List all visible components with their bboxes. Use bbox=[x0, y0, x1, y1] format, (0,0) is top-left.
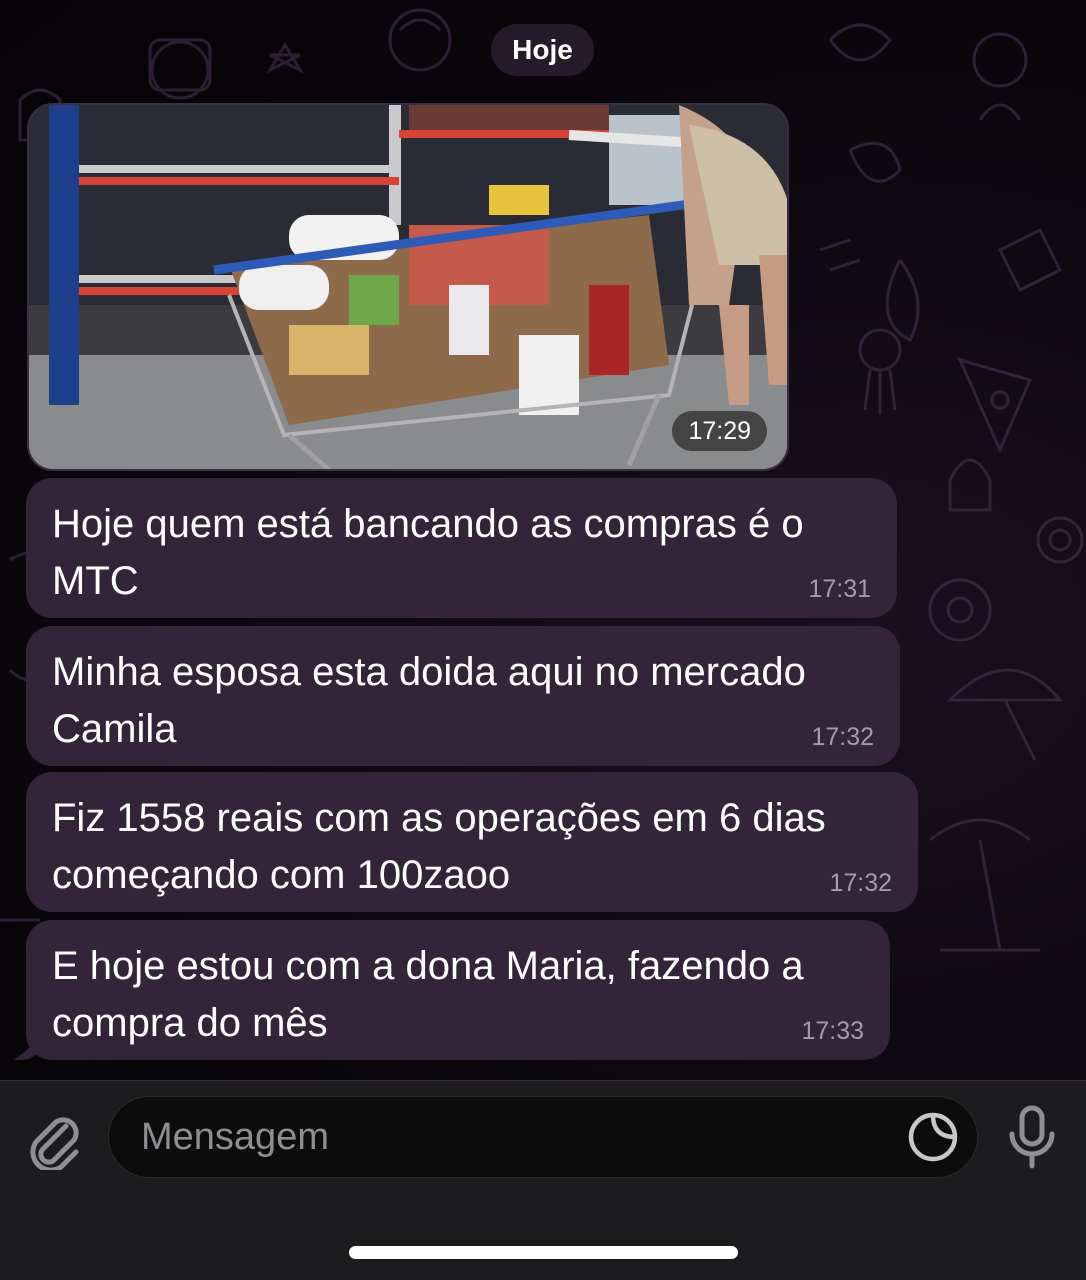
message-bubble[interactable]: Minha esposa esta doida aqui no mercado … bbox=[26, 626, 900, 766]
message-timestamp: 17:31 bbox=[808, 575, 871, 603]
message-text: E hoje estou com a dona Maria, fazendo a… bbox=[52, 944, 804, 1045]
message-timestamp: 17:33 bbox=[801, 1017, 864, 1045]
message-input[interactable] bbox=[108, 1096, 978, 1178]
photo-message[interactable]: 17:29 bbox=[27, 103, 789, 471]
message-text: Fiz 1558 reais com as operações em 6 dia… bbox=[52, 796, 826, 897]
shopping-cart-photo bbox=[29, 105, 787, 469]
message-timestamp: 17:32 bbox=[811, 723, 874, 751]
message-timestamp: 17:32 bbox=[829, 869, 892, 897]
microphone-icon[interactable] bbox=[1002, 1104, 1062, 1170]
message-text: Minha esposa esta doida aqui no mercado … bbox=[52, 650, 806, 751]
message-bubble[interactable]: Hoje quem está bancando as compras é o M… bbox=[26, 478, 897, 618]
message-input-field[interactable] bbox=[109, 1097, 977, 1177]
message-bubble[interactable]: Fiz 1558 reais com as operações em 6 dia… bbox=[26, 772, 918, 912]
sticker-icon[interactable] bbox=[906, 1110, 960, 1164]
photo-timestamp: 17:29 bbox=[672, 411, 767, 451]
message-bubble[interactable]: E hoje estou com a dona Maria, fazendo a… bbox=[26, 920, 890, 1060]
message-text: Hoje quem está bancando as compras é o M… bbox=[52, 502, 804, 603]
home-indicator bbox=[349, 1246, 738, 1259]
date-divider: Hoje bbox=[491, 24, 594, 76]
paperclip-icon[interactable] bbox=[24, 1106, 84, 1170]
